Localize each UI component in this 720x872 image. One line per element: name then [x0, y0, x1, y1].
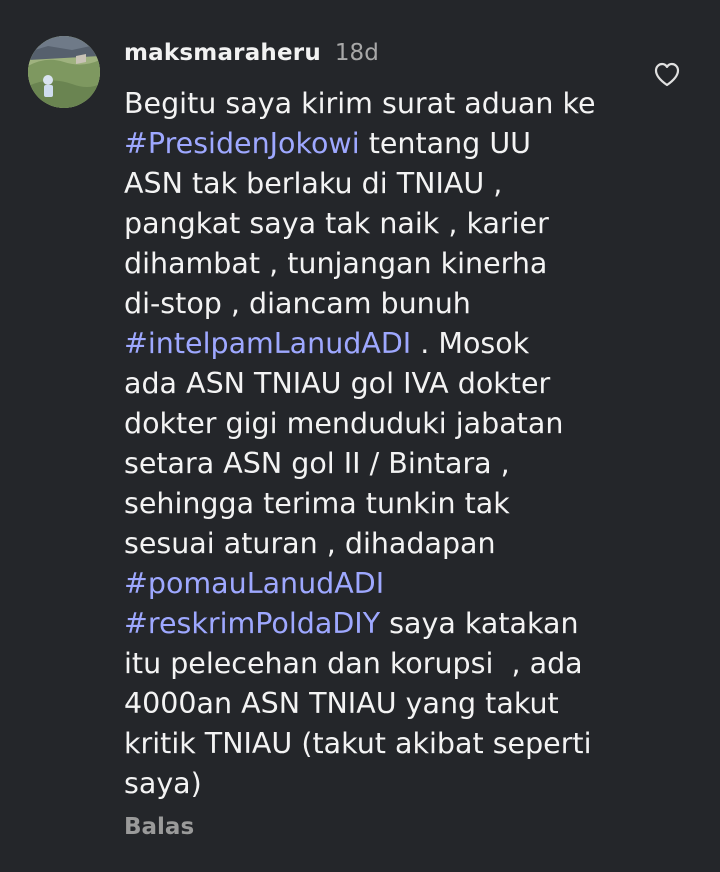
comment-line: pangkat saya tak naik , karier	[124, 204, 684, 244]
hashtag-link[interactable]: #intelpamLanudADI	[124, 327, 411, 360]
comment-text-segment: kritik TNIAU (takut akibat seperti	[124, 727, 592, 760]
comment-line: kritik TNIAU (takut akibat seperti	[124, 724, 684, 764]
hashtag-link[interactable]: #reskrimPoldaDIY	[124, 607, 380, 640]
comment-text-segment: setara ASN gol II / Bintara ,	[124, 447, 510, 480]
comment-text-segment: saya katakan	[380, 607, 579, 640]
comment-text-segment: ASN tak berlaku di TNIAU ,	[124, 167, 503, 200]
comment-line: dihambat , tunjangan kinerha	[124, 244, 684, 284]
comment-text-segment: di-stop , diancam bunuh	[124, 287, 471, 320]
reply-button[interactable]: Balas	[124, 814, 194, 840]
comment-text-segment: pangkat saya tak naik , karier	[124, 207, 549, 240]
comment-line: setara ASN gol II / Bintara ,	[124, 444, 684, 484]
comment-line: ada ASN TNIAU gol IVA dokter	[124, 364, 684, 404]
comment-text-segment: itu pelecehan dan korupsi , ada	[124, 647, 583, 680]
comment-line: Begitu saya kirim surat aduan ke	[124, 84, 684, 124]
comment-line: #PresidenJokowi tentang UU	[124, 124, 684, 164]
comment-line: di-stop , diancam bunuh	[124, 284, 684, 324]
comment-text-segment: saya)	[124, 767, 202, 800]
comment-line: #intelpamLanudADI . Mosok	[124, 324, 684, 364]
comment-line: sesuai aturan , dihadapan	[124, 524, 684, 564]
comment-line: #reskrimPoldaDIY saya katakan	[124, 604, 684, 644]
comment-line: sehingga terima tunkin tak	[124, 484, 684, 524]
comment-text: Begitu saya kirim surat aduan ke #Preside…	[124, 84, 684, 804]
comment-line: dokter gigi menduduki jabatan	[124, 404, 684, 444]
profile-photo-icon	[28, 36, 100, 108]
comment-line: saya)	[124, 764, 684, 804]
hashtag-link[interactable]: #pomauLanudADI	[124, 567, 384, 600]
comment: maksmaraheru 18d Begitu saya kirim surat…	[0, 0, 720, 872]
comment-text-segment: sehingga terima tunkin tak	[124, 487, 510, 520]
comment-text-segment: Begitu saya kirim surat aduan ke	[124, 87, 596, 120]
timestamp: 18d	[334, 40, 379, 66]
comment-text-segment: dihambat , tunjangan kinerha	[124, 247, 548, 280]
username[interactable]: maksmaraheru	[124, 40, 321, 66]
comment-text-segment: dokter gigi menduduki jabatan	[124, 407, 564, 440]
comment-line: 4000an ASN TNIAU yang takut	[124, 684, 684, 724]
avatar[interactable]	[28, 36, 100, 108]
hashtag-link[interactable]: #PresidenJokowi	[124, 127, 360, 160]
comment-header: maksmaraheru 18d	[124, 38, 379, 68]
comment-text-segment: . Mosok	[411, 327, 530, 360]
comment-line: #pomauLanudADI	[124, 564, 684, 604]
comment-text-segment: sesuai aturan , dihadapan	[124, 527, 496, 560]
comment-line: itu pelecehan dan korupsi , ada	[124, 644, 684, 684]
comment-text-segment: ada ASN TNIAU gol IVA dokter	[124, 367, 551, 400]
comment-text-segment: 4000an ASN TNIAU yang takut	[124, 687, 559, 720]
comment-line: ASN tak berlaku di TNIAU ,	[124, 164, 684, 204]
comment-text-segment: tentang UU	[359, 127, 532, 160]
